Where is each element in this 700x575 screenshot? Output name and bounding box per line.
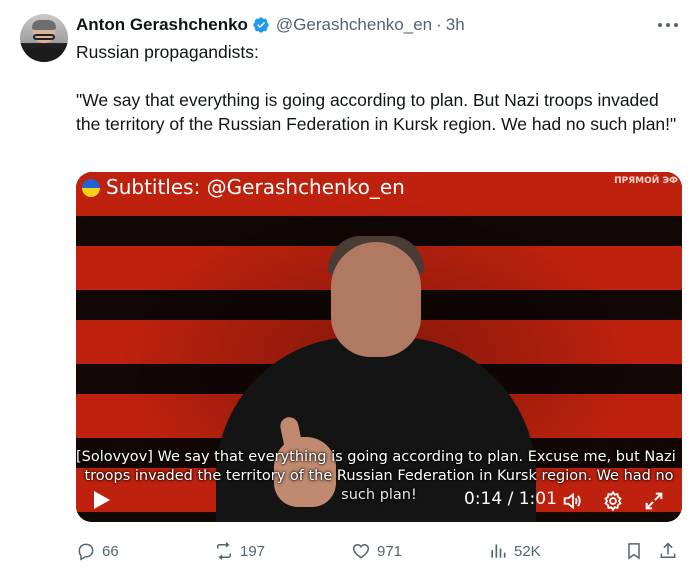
separator-dot: · [436,15,442,34]
fullscreen-icon[interactable] [643,490,665,512]
live-label: ПРЯМОЙ ЭФ [614,176,678,186]
author-handle[interactable]: @Gerashchenko_en [276,15,432,35]
heart-icon [352,543,370,559]
tweet-time[interactable]: 3h [446,15,465,35]
share-icon [660,542,676,558]
reply-button[interactable]: 66 [76,538,119,564]
ukraine-flag-icon [82,179,100,197]
video-timecode: 0:14 / 1:01 [464,489,557,509]
author-name[interactable]: Anton Gerashchenko [76,15,248,35]
reply-count: 66 [102,542,119,560]
tweet-header: Anton Gerashchenko @Gerashchenko_en · 3h [76,14,465,36]
reply-icon [78,543,94,561]
play-icon[interactable] [94,491,110,509]
tweet-text: Russian propagandists: "We say that ever… [76,40,686,136]
volume-icon[interactable] [561,490,583,512]
subtitle-banner: Subtitles: @Gerashchenko_en ПРЯМОЙ ЭФ [76,172,682,206]
tweet-quote: "We say that everything is going accordi… [76,90,677,134]
tweet-text-line1: Russian propagandists: [76,42,259,62]
bookmark-icon [628,543,640,560]
repost-icon [217,542,231,560]
verified-badge-icon [252,16,270,34]
video-player[interactable]: Subtitles: @Gerashchenko_en ПРЯМОЙ ЭФ [S… [76,172,682,522]
like-button[interactable]: 971 [351,538,402,564]
tweet-actions: 66 197 971 52K [76,538,686,564]
views-button[interactable]: 52K [488,538,541,564]
repost-count: 197 [240,542,266,560]
like-count: 971 [377,542,403,560]
share-button[interactable] [658,538,684,564]
repost-button[interactable]: 197 [214,538,265,564]
video-controls: 0:14 / 1:01 [76,482,682,522]
caption-line: [Solovyov] We say that everything is goi… [76,449,676,465]
bookmark-button[interactable] [624,538,650,564]
more-options-icon[interactable] [658,16,678,34]
views-count: 52K [514,542,541,560]
avatar[interactable] [20,14,68,62]
analytics-icon [491,544,506,558]
settings-gear-icon[interactable] [602,490,624,512]
subtitle-label: Subtitles: @Gerashchenko_en [106,175,405,199]
tweet: Anton Gerashchenko @Gerashchenko_en · 3h… [0,0,700,575]
